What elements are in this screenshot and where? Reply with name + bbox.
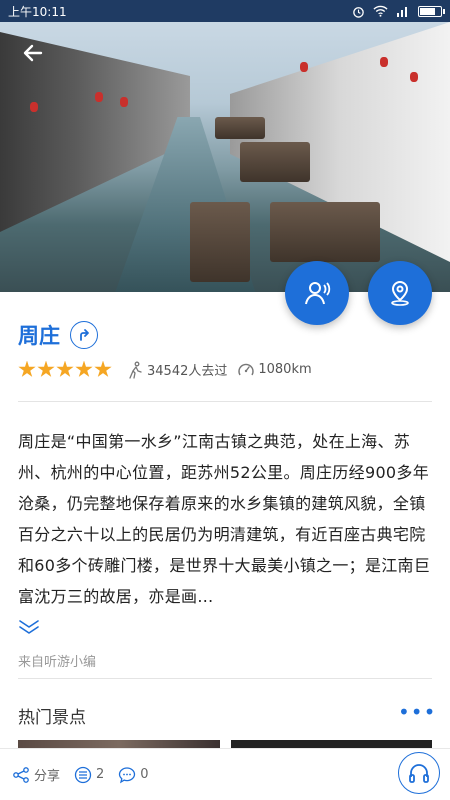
guide-button[interactable]	[285, 261, 349, 325]
map-pin-icon	[391, 280, 409, 306]
divider	[18, 401, 432, 402]
star-icon	[94, 360, 112, 377]
comment-count: 0	[140, 767, 149, 782]
battery-icon	[418, 5, 445, 17]
share-icon	[13, 766, 29, 783]
status-icons	[352, 5, 445, 18]
status-bar: 上午10:11	[0, 0, 450, 22]
walking-person-icon	[129, 361, 142, 379]
more-button[interactable]: •••	[398, 700, 436, 724]
star-icon	[18, 360, 36, 377]
page-title: 周庄	[18, 324, 60, 348]
meta-row: 34542人去过 1080km	[18, 360, 322, 379]
visitor-count: 34542人去过	[126, 360, 227, 379]
popular-section-title: 热门景点	[18, 708, 86, 728]
star-icon	[37, 360, 55, 377]
comment-icon	[119, 766, 136, 783]
expand-button[interactable]	[18, 618, 40, 640]
back-arrow-icon	[23, 44, 43, 62]
star-icon	[56, 360, 74, 377]
distance: 1080km	[237, 361, 312, 379]
list-count: 2	[96, 767, 105, 782]
signal-icon	[396, 5, 410, 17]
share-button[interactable]: 分享	[12, 765, 60, 784]
bottom-bar: 分享 2 0	[0, 748, 450, 800]
title-row: 周庄	[18, 320, 98, 350]
audio-guide-button[interactable]	[398, 752, 440, 794]
rating-stars	[18, 360, 112, 379]
hero-image	[0, 22, 450, 292]
list-icon	[74, 766, 92, 783]
star-icon	[75, 360, 93, 377]
source-text: 来自听游小编	[18, 655, 97, 670]
chevron-down-icon	[19, 620, 39, 634]
description-text: 周庄是“中国第一水乡”江南古镇之典范，处在上海、苏州、杭州的中心位置，距苏州52…	[18, 432, 431, 606]
navigate-arrow-icon	[80, 329, 89, 341]
back-button[interactable]	[18, 38, 48, 68]
list-button[interactable]: 2	[74, 766, 104, 784]
status-time: 上午10:11	[8, 4, 67, 19]
navigate-button[interactable]	[70, 321, 98, 349]
comment-button[interactable]: 0	[118, 766, 149, 784]
share-label: 分享	[34, 769, 61, 784]
visitor-count-text: 34542人去过	[147, 364, 228, 379]
map-location-button[interactable]	[368, 261, 432, 325]
alarm-icon	[352, 5, 365, 18]
divider	[18, 678, 432, 679]
headphones-icon	[409, 764, 429, 783]
wifi-icon	[373, 5, 388, 17]
guide-person-icon	[305, 282, 331, 305]
distance-gauge-icon	[238, 363, 255, 375]
distance-text: 1080km	[258, 362, 312, 377]
